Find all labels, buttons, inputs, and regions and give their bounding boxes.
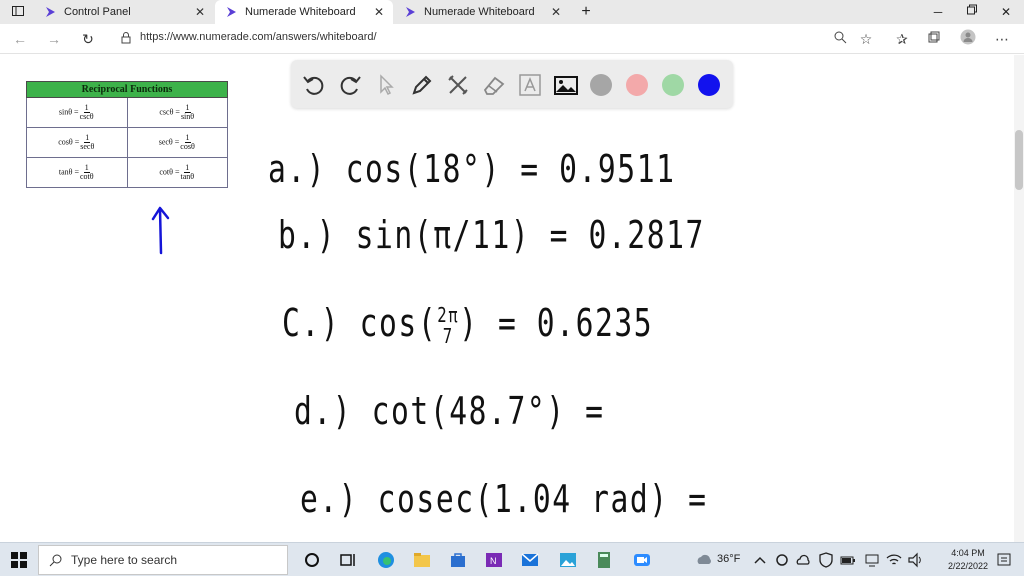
whiteboard-canvas[interactable]: Reciprocal Functions sinθ = 1 cscθ cscθ = 1… xyxy=(0,55,1014,542)
redo-icon[interactable] xyxy=(337,72,363,98)
zoom-icon[interactable] xyxy=(830,29,850,49)
tab-actions-icon[interactable] xyxy=(10,4,26,20)
eraser-icon[interactable] xyxy=(481,72,507,98)
whiteboard-toolbar xyxy=(291,60,733,108)
new-tab-button[interactable]: + xyxy=(578,4,594,20)
volume-icon[interactable] xyxy=(906,550,926,570)
forward-icon[interactable]: → xyxy=(44,29,64,49)
security-icon[interactable] xyxy=(816,550,836,570)
table-title: Reciprocal Functions xyxy=(26,81,228,98)
photos-icon[interactable] xyxy=(558,550,578,570)
close-icon[interactable]: ✕ xyxy=(373,5,385,19)
notifications-icon[interactable] xyxy=(994,550,1014,570)
clock-date: 2/22/2022 xyxy=(947,561,988,571)
color-swatch-green[interactable] xyxy=(662,74,684,96)
close-icon[interactable]: ✕ xyxy=(194,5,206,19)
table-row: tanθ = 1 cotθ cotθ = 1 tanθ xyxy=(26,157,228,188)
tab-strip: Control Panel ✕ Numerade Whiteboard ✕ Nu… xyxy=(0,0,1024,24)
more-menu-icon[interactable]: ⋯ xyxy=(992,29,1012,49)
zoom-app-icon[interactable] xyxy=(632,550,652,570)
svg-text:N: N xyxy=(490,556,497,566)
weather-icon[interactable] xyxy=(694,550,714,570)
tab-title: Numerade Whiteboard xyxy=(245,6,356,18)
tools-icon[interactable] xyxy=(445,72,471,98)
undo-icon[interactable] xyxy=(301,72,327,98)
edge-icon[interactable] xyxy=(376,550,396,570)
back-icon[interactable]: ← xyxy=(10,29,30,49)
wifi-icon[interactable] xyxy=(884,550,904,570)
onenote-icon[interactable]: N xyxy=(484,550,504,570)
favorites-icon[interactable]: ✰ xyxy=(892,29,912,49)
line-e: e.) cosec(1.04 rad) = xyxy=(300,477,708,521)
taskbar: Type here to search N 36°F 4:04 PM 2/22/… xyxy=(0,542,1024,576)
search-icon xyxy=(49,554,62,567)
address-toolbar: ← → ↻ https://www.numerade.com/answers/w… xyxy=(0,24,1024,54)
arrow-up-icon xyxy=(151,206,170,255)
tab-control-panel[interactable]: Control Panel ✕ xyxy=(34,0,214,24)
image-icon[interactable] xyxy=(553,72,579,98)
close-window-button[interactable]: ✕ xyxy=(998,4,1014,20)
line-a: a.) cos(18°) = 0.9511 xyxy=(268,147,676,191)
maximize-button[interactable] xyxy=(964,4,980,20)
taskbar-search-input[interactable]: Type here to search xyxy=(38,545,288,575)
tab-title: Numerade Whiteboard xyxy=(424,6,535,18)
minimize-button[interactable]: ─ xyxy=(930,4,946,20)
color-swatch-pink[interactable] xyxy=(626,74,648,96)
scrollbar-thumb[interactable] xyxy=(1015,130,1023,190)
text-icon[interactable] xyxy=(517,72,543,98)
color-swatch-gray[interactable] xyxy=(590,74,612,96)
address-input[interactable]: https://www.numerade.com/answers/whitebo… xyxy=(140,31,377,43)
pointer-icon[interactable] xyxy=(373,72,399,98)
search-placeholder: Type here to search xyxy=(71,553,178,567)
collections-icon[interactable] xyxy=(924,29,944,49)
line-b: b.) sin(π/11) = 0.2817 xyxy=(278,213,705,257)
windows-start-icon[interactable] xyxy=(9,550,29,570)
battery-icon[interactable] xyxy=(838,550,858,570)
table-row: sinθ = 1 cscθ cscθ = 1 sinθ xyxy=(26,97,228,128)
tab-numerade-whiteboard-active[interactable]: Numerade Whiteboard ✕ xyxy=(215,0,393,24)
lock-icon[interactable] xyxy=(118,30,134,46)
numerade-icon xyxy=(227,7,236,17)
vertical-scrollbar[interactable] xyxy=(1014,55,1024,542)
close-icon[interactable]: ✕ xyxy=(550,5,562,19)
color-swatch-blue[interactable] xyxy=(698,74,720,96)
pencil-icon[interactable] xyxy=(409,72,435,98)
weather-temperature[interactable]: 36°F xyxy=(717,553,740,565)
mail-icon[interactable] xyxy=(520,550,540,570)
table-row: cosθ = 1 secθ secθ = 1 cosθ xyxy=(26,127,228,158)
calculator-icon[interactable] xyxy=(594,550,614,570)
reciprocal-functions-table: Reciprocal Functions sinθ = 1 cscθ cscθ = 1… xyxy=(26,81,228,188)
cortana-icon[interactable] xyxy=(302,550,322,570)
clock-time: 4:04 PM xyxy=(951,548,985,558)
refresh-icon[interactable]: ↻ xyxy=(78,29,98,49)
tab-numerade-whiteboard[interactable]: Numerade Whiteboard ✕ xyxy=(394,0,570,24)
file-explorer-icon[interactable] xyxy=(412,550,432,570)
line-d: d.) cot(48.7°) = xyxy=(294,389,605,433)
numerade-icon xyxy=(46,7,55,17)
onedrive-icon[interactable] xyxy=(794,550,814,570)
numerade-icon xyxy=(406,7,415,17)
profile-avatar[interactable] xyxy=(958,29,978,49)
store-icon[interactable] xyxy=(448,550,468,570)
add-favorite-icon[interactable]: ☆ xyxy=(856,29,876,49)
task-view-icon[interactable] xyxy=(338,550,358,570)
tab-title: Control Panel xyxy=(64,6,131,18)
line-c: C.) cos(2π 7) = 0.6235 xyxy=(282,301,654,348)
system-clock[interactable]: 4:04 PM 2/22/2022 xyxy=(948,547,988,573)
meet-now-icon[interactable] xyxy=(772,550,792,570)
network-icon[interactable] xyxy=(862,550,882,570)
chevron-up-icon[interactable] xyxy=(750,550,770,570)
